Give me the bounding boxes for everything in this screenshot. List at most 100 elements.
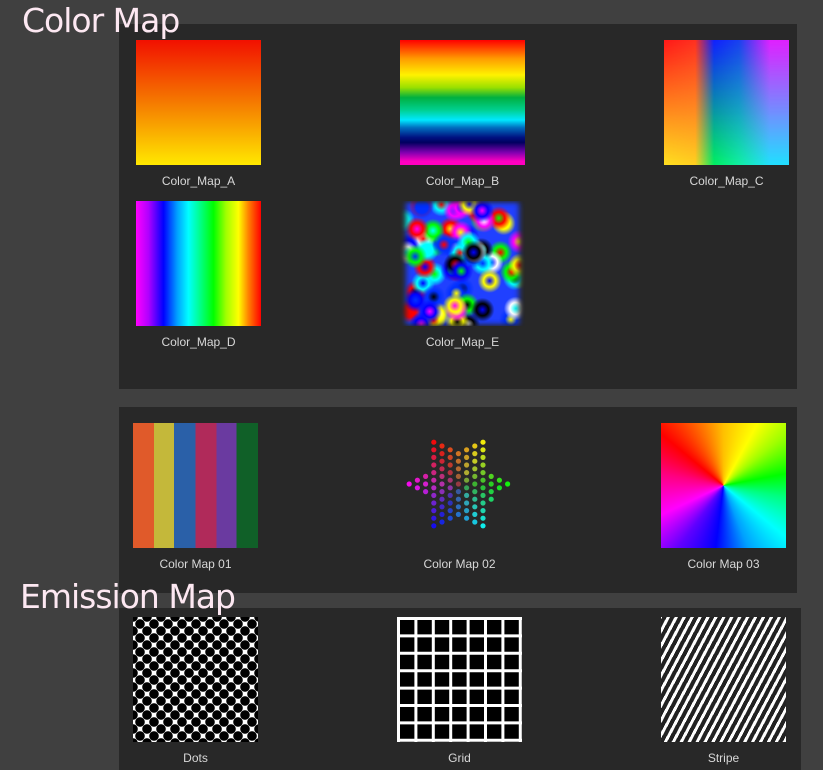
section-title-color-map: Color Map	[22, 1, 180, 40]
star-dot	[447, 508, 453, 514]
star-dot	[496, 477, 502, 483]
star-dot	[455, 489, 461, 495]
star-dot	[423, 481, 429, 487]
star-dot	[414, 485, 420, 491]
star-dot	[455, 496, 461, 502]
star-dot	[423, 473, 429, 479]
star-dot	[464, 462, 470, 468]
star-dot	[447, 454, 453, 460]
star-dot	[447, 492, 453, 498]
thumbnail-color-map-01[interactable]: Color Map 01	[133, 423, 258, 571]
star-dot	[431, 492, 437, 498]
thumbnail-dots[interactable]: Dots	[133, 617, 258, 765]
thumbnail-color-map-02[interactable]: Color Map 02	[397, 423, 522, 571]
star-dot	[423, 489, 429, 495]
star-dot	[455, 466, 461, 472]
star-dot	[472, 473, 478, 479]
star-dot	[439, 489, 445, 495]
star-dot	[464, 515, 470, 521]
star-dot	[439, 473, 445, 479]
star-dot	[472, 458, 478, 464]
thumbnail-color-map-e[interactable]: Color_Map_E	[400, 201, 525, 349]
thumbnail-color-map-c[interactable]: Color_Map_C	[664, 40, 789, 188]
vertical-gradient-icon	[136, 40, 261, 165]
star-dot	[464, 454, 470, 460]
star-dot	[472, 496, 478, 502]
star-dot	[496, 485, 502, 491]
star-dot	[480, 515, 486, 521]
star-dot	[464, 500, 470, 506]
rainbow-bands-icon	[400, 40, 525, 165]
thumbnail-color-map-b[interactable]: Color_Map_B	[400, 40, 525, 188]
thumbnail-label: Color_Map_E	[425, 335, 500, 349]
star-dot	[455, 451, 461, 457]
thumbnail-label: Color Map 01	[159, 557, 232, 571]
star-dot	[480, 508, 486, 514]
star-dot	[472, 451, 478, 457]
star-dot	[431, 439, 437, 445]
star-dot	[472, 519, 478, 525]
stripe-pattern-icon	[661, 617, 786, 742]
thumbnail-color-map-a[interactable]: Color_Map_A	[136, 40, 261, 188]
star-dot	[480, 454, 486, 460]
thumbnail-label: Grid	[448, 751, 471, 765]
star-dot	[431, 462, 437, 468]
star-dot	[480, 492, 486, 498]
star-dot	[480, 477, 486, 483]
thumbnail-label: Color Map 03	[687, 557, 760, 571]
star-dot	[439, 496, 445, 502]
star-dot	[472, 481, 478, 487]
star-dot	[455, 473, 461, 479]
thumbnail-label: Color_Map_B	[425, 174, 500, 188]
thumbnail-color-map-d[interactable]: Color_Map_D	[136, 201, 261, 349]
dot-pattern-icon	[133, 617, 258, 742]
star-dot	[447, 462, 453, 468]
star-dot	[439, 519, 445, 525]
thumbnail-label: Color_Map_C	[689, 174, 764, 188]
star-dot	[480, 439, 486, 445]
star-dot	[472, 511, 478, 517]
star-dot	[439, 443, 445, 449]
star-dot	[431, 470, 437, 476]
star-dot	[455, 504, 461, 510]
star-dot	[464, 508, 470, 514]
hexagram-dots-icon	[397, 423, 522, 548]
star-dot	[464, 492, 470, 498]
star-dot	[431, 508, 437, 514]
star-dot	[472, 443, 478, 449]
thumbnail-label: Stripe	[707, 751, 740, 765]
star-dot	[455, 458, 461, 464]
star-dot	[431, 500, 437, 506]
star-dot	[488, 496, 494, 502]
color-noise-icon	[400, 201, 525, 326]
thumbnail-label: Color Map 02	[423, 557, 496, 571]
color-map-panel-1: Color_Map_A Color_Map_B Color_Map_C Colo…	[119, 24, 797, 389]
star-dot	[455, 511, 461, 517]
star-dot	[480, 447, 486, 453]
star-dot	[464, 485, 470, 491]
star-dot	[480, 470, 486, 476]
color-map-panel-2: Color Map 01 Color Map 02 Color Map 03	[119, 407, 797, 593]
star-dot	[472, 504, 478, 510]
star-dot	[472, 489, 478, 495]
star-dot	[447, 477, 453, 483]
star-dot	[464, 470, 470, 476]
star-dot	[488, 481, 494, 487]
thumbnail-label: Dots	[183, 751, 208, 765]
star-dot	[455, 481, 461, 487]
star-dot	[447, 500, 453, 506]
star-dot	[488, 489, 494, 495]
star-dot	[439, 458, 445, 464]
thumbnail-color-map-03[interactable]: Color Map 03	[661, 423, 786, 571]
star-dot	[480, 485, 486, 491]
star-dot	[431, 523, 437, 529]
thumbnail-stripe[interactable]: Stripe	[661, 617, 786, 765]
star-dot	[431, 515, 437, 521]
emission-map-panel: Dots Grid Stripe	[119, 608, 801, 770]
star-dot	[480, 523, 486, 529]
thumbnail-label: Color_Map_A	[161, 174, 236, 188]
star-dot	[431, 454, 437, 460]
star-dot	[439, 511, 445, 517]
star-dot	[447, 515, 453, 521]
thumbnail-grid[interactable]: Grid	[397, 617, 522, 765]
